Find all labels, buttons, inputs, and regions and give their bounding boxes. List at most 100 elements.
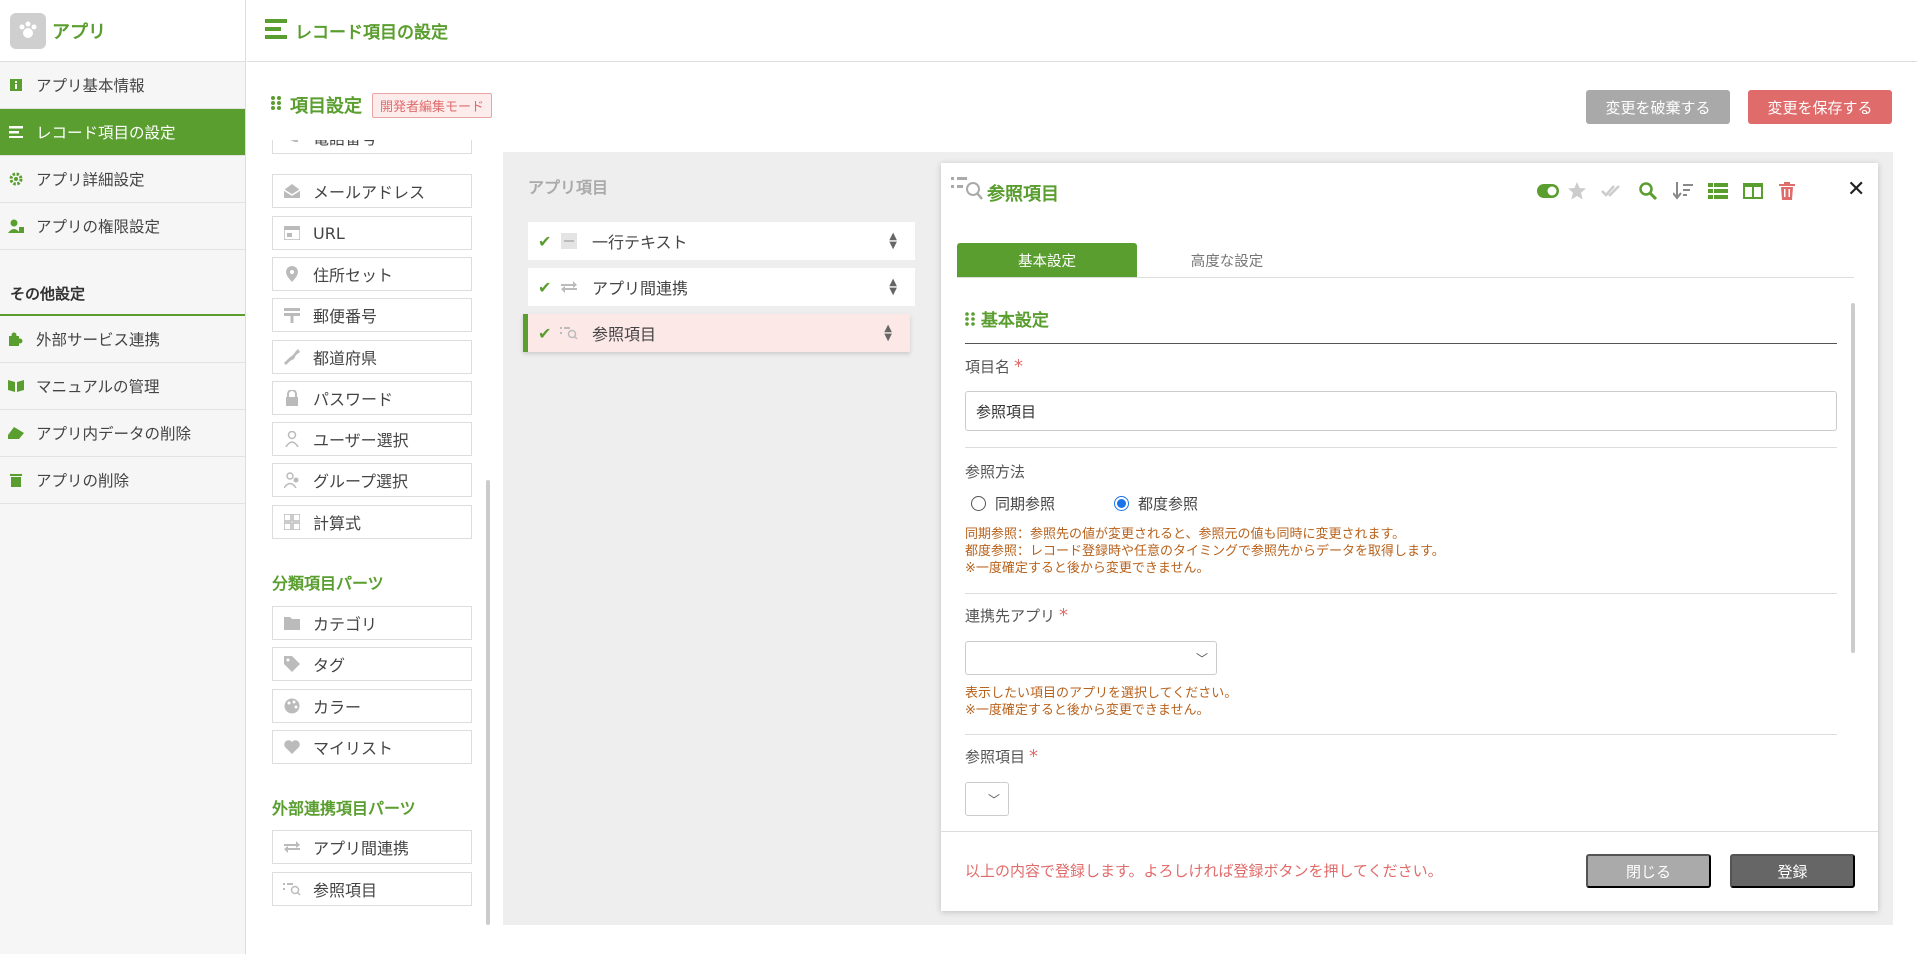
part-formula[interactable]: 計算式 xyxy=(272,505,472,539)
note-line: 表示したい項目のアプリを選択してください。 xyxy=(965,686,1238,701)
field-name-label: 項目名 * xyxy=(965,356,1023,377)
close-button[interactable]: 閉じる xyxy=(1586,854,1711,888)
part-label: 電話番号 xyxy=(313,140,377,149)
field-row-reference[interactable]: ✔ 参照項目 ▲ ▼ xyxy=(523,314,910,352)
double-check-icon[interactable] xyxy=(1600,179,1624,203)
columns-icon[interactable] xyxy=(1741,179,1765,203)
register-button[interactable]: 登録 xyxy=(1730,854,1855,888)
sidebar-item-detail-settings[interactable]: アプリ詳細設定 xyxy=(0,156,245,203)
part-address[interactable]: 住所セット xyxy=(272,257,472,291)
exchange-arrows-icon xyxy=(283,838,301,856)
panel-scrollbar[interactable] xyxy=(1851,303,1855,653)
field-row-single-text[interactable]: ✔ 一行テキスト ▲ ▼ xyxy=(528,222,915,260)
note-line: ※一度確定すると後から変更できません。 xyxy=(965,561,1210,576)
part-label: パスワード xyxy=(313,390,394,409)
hamburger-list-icon xyxy=(265,18,287,44)
field-row-app-link[interactable]: ✔ アプリ間連携 ▲ ▼ xyxy=(528,268,915,306)
part-color[interactable]: カラー xyxy=(272,689,472,723)
search-icon[interactable] xyxy=(1636,179,1660,203)
sidebar-item-delete-data[interactable]: アプリ内データの削除 xyxy=(0,410,245,457)
table-list-icon[interactable] xyxy=(1706,179,1730,203)
sort-handle-icon[interactable]: ▲ ▼ xyxy=(889,232,897,251)
basic-settings-heading-text: 基本設定 xyxy=(980,311,1049,331)
sidebar-item-record-fields[interactable]: レコード項目の設定 xyxy=(0,109,245,156)
field-label: 一行テキスト xyxy=(592,233,688,252)
part-label: 都道府県 xyxy=(313,349,378,368)
part-label: カラー xyxy=(313,698,362,717)
check-icon: ✔ xyxy=(538,231,552,251)
ref-method-notes: 同期参照：参照先の値が変更されると、参照元の値も同時に変更されます。 都度参照：… xyxy=(965,526,1445,577)
page-title: レコード項目の設定 xyxy=(295,23,448,43)
user-lock-icon xyxy=(8,218,24,234)
part-app-link[interactable]: アプリ間連携 xyxy=(272,830,472,864)
label-text: 参照項目 xyxy=(965,748,1026,766)
info-icon xyxy=(8,77,24,93)
tab-basic-settings[interactable]: 基本設定 xyxy=(957,243,1137,277)
sidebar-item-basic-info[interactable]: アプリ基本情報 xyxy=(0,62,245,109)
part-label: 参照項目 xyxy=(313,881,378,900)
toggle-on-icon[interactable] xyxy=(1536,179,1560,203)
target-app-select[interactable]: ﹀ xyxy=(965,641,1217,675)
radio-ondemand-reference[interactable]: 都度参照 xyxy=(1114,493,1198,514)
radio-label: 都度参照 xyxy=(1138,495,1199,513)
check-icon: ✔ xyxy=(538,323,552,343)
part-reference[interactable]: 参照項目 xyxy=(272,872,472,906)
palette-scrollbar[interactable] xyxy=(486,480,490,925)
sidebar-item-label: アプリの権限設定 xyxy=(36,218,161,236)
sidebar: アプリ アプリ基本情報 レコード項目の設定 アプリ詳細設定 アプリの権限設定 そ… xyxy=(0,0,246,954)
discard-changes-button[interactable]: 変更を破棄する xyxy=(1586,90,1730,124)
ref-field-select[interactable]: ﹀ xyxy=(965,782,1009,816)
part-label: メールアドレス xyxy=(313,183,426,202)
calculator-icon xyxy=(283,513,301,531)
radio-button-selected[interactable] xyxy=(1114,496,1129,511)
target-app-notes: 表示したい項目のアプリを選択してください。 ※一度確定すると後から変更できません… xyxy=(965,685,1237,719)
map-pin-icon xyxy=(283,265,301,283)
part-category[interactable]: カテゴリ xyxy=(272,606,472,640)
sidebar-item-delete-app[interactable]: アプリの削除 xyxy=(0,457,245,504)
part-url[interactable]: URL xyxy=(272,216,472,250)
tab-advanced-settings[interactable]: 高度な設定 xyxy=(1137,243,1317,277)
sidebar-item-external-services[interactable]: 外部サービス連携 xyxy=(0,316,245,363)
part-tag[interactable]: タグ xyxy=(272,647,472,681)
star-icon[interactable] xyxy=(1565,179,1589,203)
grip-icon xyxy=(965,311,975,331)
sidebar-item-permissions[interactable]: アプリの権限設定 xyxy=(0,203,245,250)
sort-handle-icon[interactable]: ▲ ▼ xyxy=(884,324,892,343)
folder-icon xyxy=(283,614,301,632)
section-title: 項目設定 開発者編集モード xyxy=(270,92,493,118)
sort-handle-icon[interactable]: ▲ ▼ xyxy=(889,278,897,297)
app-fields-title: アプリ項目 xyxy=(528,178,609,197)
part-phone[interactable]: 電話番号 xyxy=(272,140,472,154)
field-name-input[interactable] xyxy=(965,391,1837,431)
required-mark: * xyxy=(1014,356,1024,377)
topbar: レコード項目の設定 xyxy=(247,0,1917,62)
required-mark: * xyxy=(1059,605,1069,626)
part-postal[interactable]: 郵便番号 xyxy=(272,298,472,332)
save-changes-button[interactable]: 変更を保存する xyxy=(1748,90,1892,124)
part-label: タグ xyxy=(313,656,346,675)
part-prefecture[interactable]: 都道府県 xyxy=(272,340,472,374)
part-user-select[interactable]: ユーザー選択 xyxy=(272,422,472,456)
radio-sync-reference[interactable]: 同期参照 xyxy=(971,493,1055,514)
sidebar-section-title: その他設定 xyxy=(0,272,245,316)
app-name: アプリ xyxy=(52,21,106,43)
tab-divider xyxy=(957,277,1854,278)
field-settings-panel: 参照項目 ✕ 基本設定 高度な設定 基本設定 項目名* 参照方法 同期参照 都度… xyxy=(941,163,1878,911)
target-app-label: 連携先アプリ * xyxy=(965,605,1068,626)
sidebar-item-label: アプリ基本情報 xyxy=(36,77,145,95)
part-label: アプリ間連携 xyxy=(313,839,410,858)
part-label: 住所セット xyxy=(313,266,394,285)
part-mylist[interactable]: マイリスト xyxy=(272,730,472,764)
note-line: 同期参照：参照先の値が変更されると、参照元の値も同時に変更されます。 xyxy=(965,527,1406,542)
trash-icon[interactable] xyxy=(1775,179,1799,203)
sidebar-item-label: レコード項目の設定 xyxy=(36,124,176,142)
part-password[interactable]: パスワード xyxy=(272,381,472,415)
radio-button[interactable] xyxy=(971,496,986,511)
close-icon[interactable]: ✕ xyxy=(1847,177,1865,202)
sort-desc-icon[interactable] xyxy=(1671,179,1695,203)
part-group-select[interactable]: グループ選択 xyxy=(272,463,472,497)
trash-icon xyxy=(8,472,24,488)
part-email[interactable]: メールアドレス xyxy=(272,174,472,208)
sidebar-item-manual[interactable]: マニュアルの管理 xyxy=(0,363,245,410)
sidebar-item-label: アプリ内データの削除 xyxy=(36,425,192,443)
